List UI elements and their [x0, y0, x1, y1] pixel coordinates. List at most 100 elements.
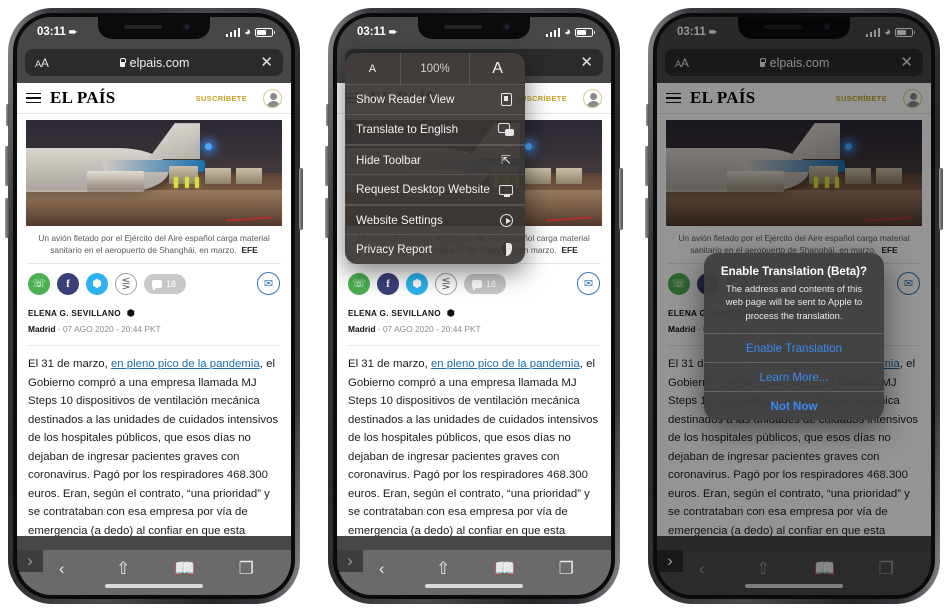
volume-down-button[interactable]: [5, 198, 9, 238]
inline-link[interactable]: en pleno pico de la pandemia: [431, 358, 580, 370]
site-logo[interactable]: EL PAÍS: [50, 88, 116, 108]
back-button[interactable]: ‹: [49, 558, 75, 580]
volume-up-button[interactable]: [5, 146, 9, 186]
cellular-signal-icon: [545, 27, 561, 37]
photo-worker: [184, 176, 189, 188]
tabs-icon[interactable]: ❐: [233, 558, 259, 580]
increase-text-size-button[interactable]: A: [470, 53, 525, 84]
menu-item-request-desktop-website[interactable]: Request Desktop Website: [345, 174, 525, 204]
power-button[interactable]: [939, 168, 943, 230]
dateline: Madrid - 07 AGO 2020 - 20:44 PKT: [348, 324, 600, 334]
tabs-icon[interactable]: ❐: [553, 558, 579, 580]
home-indicator[interactable]: [105, 584, 203, 588]
share-up-icon[interactable]: ⇧: [430, 558, 456, 580]
silent-switch[interactable]: [326, 104, 329, 126]
user-avatar-icon[interactable]: [583, 88, 602, 108]
menu-item-show-reader-view[interactable]: Show Reader View: [345, 84, 525, 114]
subscribe-link[interactable]: SUSCRÍBETE: [196, 94, 247, 103]
photo-worker: [194, 176, 199, 188]
address-bar[interactable]: AA elpais.com ✕: [25, 49, 283, 76]
status-bar: 03:11 ➨ ◕: [17, 17, 291, 47]
status-right: ◕: [545, 26, 595, 38]
battery-icon: [575, 27, 595, 37]
share-up-icon[interactable]: ⇧: [110, 558, 136, 580]
menu-item-website-settings[interactable]: Website Settings: [345, 204, 525, 234]
twitter-bird-icon[interactable]: ⬢: [127, 308, 135, 319]
forward-button[interactable]: ›: [657, 550, 683, 572]
website-settings-icon: [498, 213, 514, 227]
facebook-icon[interactable]: f: [377, 272, 399, 295]
share-icon[interactable]: ⋚: [115, 272, 137, 295]
translation-alert-dialog: Enable Translation (Beta)? The address a…: [704, 253, 884, 421]
menu-item-hide-toolbar[interactable]: Hide Toolbar ⇱: [345, 144, 525, 174]
twitter-icon[interactable]: ⬢: [406, 272, 428, 295]
silent-switch[interactable]: [646, 104, 649, 126]
enable-translation-button[interactable]: Enable Translation: [704, 333, 884, 362]
learn-more-button[interactable]: Learn More...: [704, 362, 884, 391]
book-icon[interactable]: 📖: [172, 558, 198, 580]
location-arrow-icon: ➨: [68, 26, 78, 38]
phone-2: 03:11 ➨ ◕ AA elpais.com: [325, 8, 623, 604]
back-button[interactable]: ‹: [369, 558, 395, 580]
forward-button[interactable]: ›: [337, 550, 363, 572]
email-icon[interactable]: ✉: [577, 272, 600, 296]
inline-link[interactable]: en pleno pico de la pandemia: [111, 358, 260, 370]
caption-text: Un avión fletado por el Ejército del Air…: [38, 233, 270, 256]
text-size-menu[interactable]: A 100% A Show Reader View Translate to E…: [345, 53, 525, 264]
volume-up-button[interactable]: [325, 146, 329, 186]
browser-toolbar: ‹ › ⇧ 📖 ❐: [337, 550, 611, 595]
volume-down-button[interactable]: [325, 198, 329, 238]
decrease-text-size-button[interactable]: A: [345, 53, 400, 84]
volume-up-button[interactable]: [645, 146, 649, 186]
battery-icon: [255, 27, 275, 37]
twitter-icon[interactable]: ⬢: [86, 272, 108, 295]
photo-cargo-crate: [555, 167, 582, 184]
byline: ELENA G. SEVILLANO ⬢ Madrid - 07 AGO 202…: [17, 295, 291, 334]
close-icon[interactable]: ✕: [580, 55, 593, 70]
status-time: 03:11: [37, 26, 66, 38]
screenshot-stage: 03:11 ➨ ◕ AA elpais.com ✕ EL PAÍS SUSCRÍ…: [0, 0, 950, 612]
body-text-post: , el Gobierno compró a una empresa llama…: [348, 358, 599, 536]
power-button[interactable]: [299, 168, 303, 230]
text-size-aa-button[interactable]: AA: [35, 56, 49, 70]
body-text-post: , el Gobierno compró a una empresa llama…: [28, 358, 279, 536]
author-name[interactable]: ELENA G. SEVILLANO: [348, 309, 441, 318]
user-avatar-icon[interactable]: [263, 88, 282, 108]
site-header: EL PAÍS SUSCRÍBETE: [17, 83, 291, 114]
whatsapp-icon[interactable]: ☏: [28, 272, 50, 295]
close-icon[interactable]: ✕: [260, 55, 273, 70]
menu-item-label: Request Desktop Website: [356, 183, 490, 196]
dateline: Madrid - 07 AGO 2020 - 20:44 PKT: [28, 324, 280, 334]
book-icon[interactable]: 📖: [492, 558, 518, 580]
body-text-pre: El 31 de marzo,: [348, 358, 431, 371]
share-icon[interactable]: ⋚: [435, 272, 457, 295]
article-photo: [26, 120, 282, 226]
dateline-date: - 07 AGO 2020 - 20:44 PKT: [377, 324, 481, 335]
caption-credit: EFE: [561, 245, 578, 256]
author-row: ELENA G. SEVILLANO ⬢: [348, 308, 600, 319]
comments-button[interactable]: 18: [144, 273, 186, 294]
photo-worker: [174, 176, 179, 188]
twitter-bird-icon[interactable]: ⬢: [447, 308, 455, 319]
forward-button[interactable]: ›: [17, 550, 43, 572]
browser-toolbar: ‹ › ⇧ 📖 ❐: [17, 550, 291, 595]
hamburger-menu-icon[interactable]: [26, 92, 41, 104]
text-size-percent: 100%: [399, 53, 471, 84]
comment-bubble-icon: [152, 279, 162, 291]
not-now-button[interactable]: Not Now: [704, 391, 884, 420]
volume-down-button[interactable]: [645, 198, 649, 238]
whatsapp-icon[interactable]: ☏: [348, 272, 370, 295]
email-icon[interactable]: ✉: [257, 272, 280, 296]
author-name[interactable]: ELENA G. SEVILLANO: [28, 309, 121, 318]
reader-view-icon: [498, 93, 514, 107]
silent-switch[interactable]: [6, 104, 9, 126]
article-body: El 31 de marzo, en pleno pico de la pand…: [17, 346, 291, 536]
menu-item-translate-to-english[interactable]: Translate to English: [345, 114, 525, 144]
comments-button[interactable]: 18: [464, 273, 506, 294]
home-indicator[interactable]: [425, 584, 523, 588]
menu-item-privacy-report[interactable]: Privacy Report: [345, 234, 525, 264]
facebook-icon[interactable]: f: [57, 272, 79, 295]
dateline-date: - 07 AGO 2020 - 20:44 PKT: [57, 324, 161, 335]
power-button[interactable]: [619, 168, 623, 230]
phone-1: 03:11 ➨ ◕ AA elpais.com ✕ EL PAÍS SUSCRÍ…: [5, 8, 303, 604]
